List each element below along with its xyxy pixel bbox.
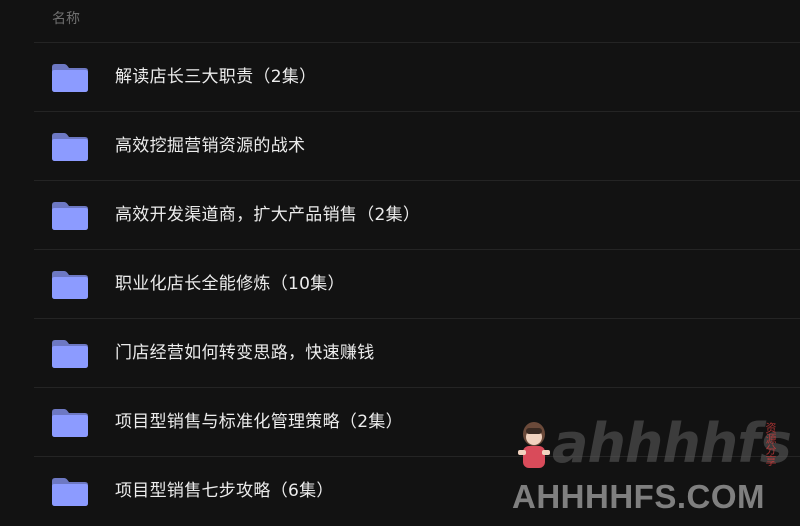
watermark-stamp: 资源分享	[764, 422, 777, 466]
folder-icon	[50, 63, 90, 93]
folder-icon	[50, 339, 90, 369]
folder-icon	[50, 477, 90, 507]
folder-name: 项目型销售七步攻略（6集）	[115, 481, 334, 501]
folder-name: 解读店长三大职责（2集）	[115, 67, 317, 87]
folder-row[interactable]: 高效挖掘营销资源的战术	[0, 112, 800, 181]
folder-name: 门店经营如何转变思路，快速赚钱	[115, 343, 375, 363]
folder-name: 高效挖掘营销资源的战术	[115, 136, 306, 156]
watermark-site-text: AHHHHFS.COM	[512, 478, 765, 515]
folder-name: 职业化店长全能修炼（10集）	[115, 274, 345, 294]
watermark-mascot-icon	[514, 420, 554, 472]
folder-row[interactable]: 职业化店长全能修炼（10集）	[0, 250, 800, 319]
folder-row[interactable]: 高效开发渠道商，扩大产品销售（2集）	[0, 181, 800, 250]
folder-name: 高效开发渠道商，扩大产品销售（2集）	[115, 205, 421, 225]
folder-row[interactable]: 门店经营如何转变思路，快速赚钱	[0, 319, 800, 388]
folder-icon	[50, 132, 90, 162]
folder-name: 项目型销售与标准化管理策略（2集）	[115, 412, 403, 432]
name-column-header[interactable]: 名称	[52, 6, 80, 32]
folder-icon	[50, 270, 90, 300]
folder-icon	[50, 201, 90, 231]
folder-row[interactable]: 解读店长三大职责（2集）	[0, 43, 800, 112]
folder-icon	[50, 408, 90, 438]
